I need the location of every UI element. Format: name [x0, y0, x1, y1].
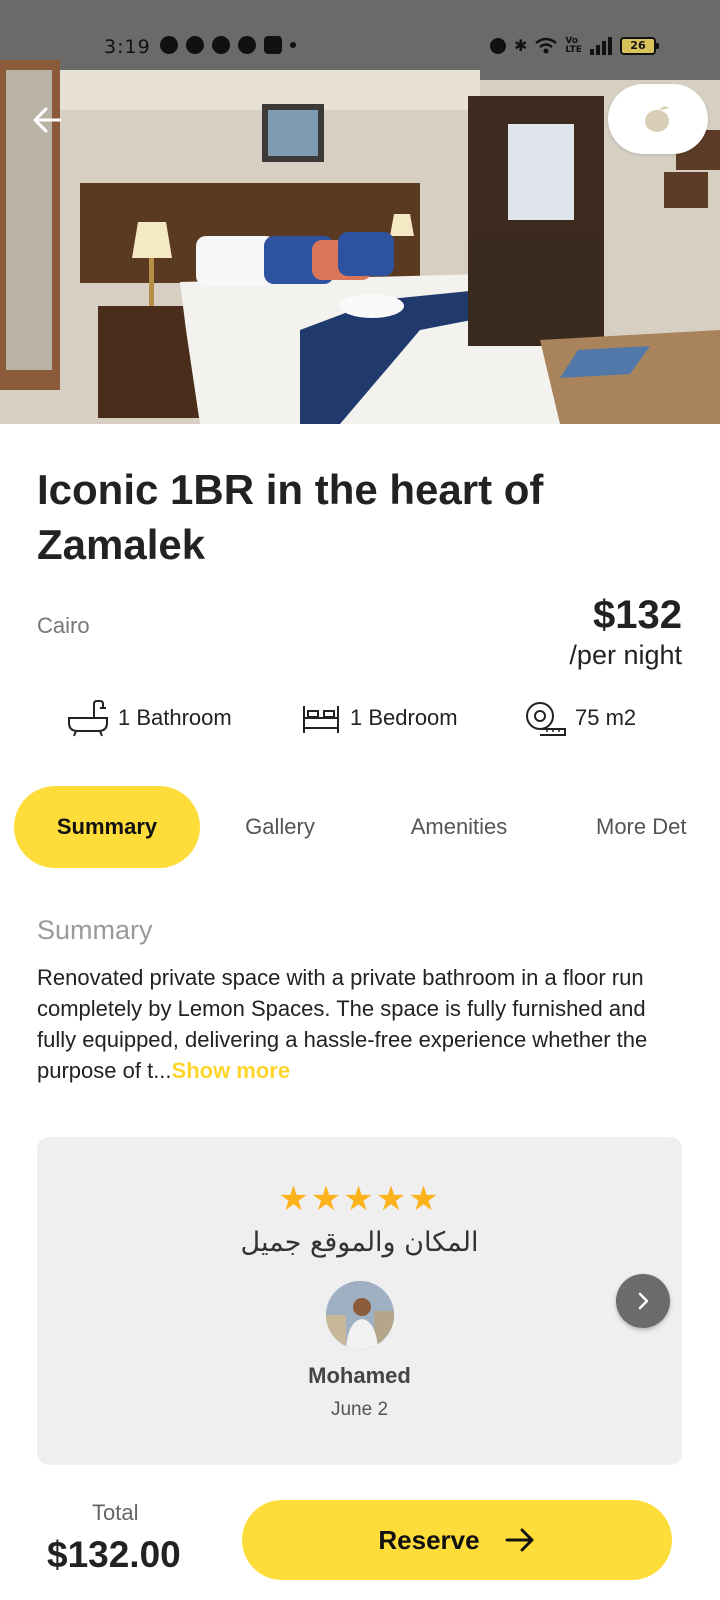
- signal-icon: [589, 36, 612, 55]
- status-time: 3:19: [104, 36, 151, 58]
- total-value: $132.00: [47, 1534, 181, 1575]
- review-text: المكان والموقع جميل: [240, 1227, 479, 1258]
- listing-features: 1 Bathroom 1 Bedroom 75 m2: [0, 698, 720, 742]
- wifi-icon: [535, 37, 558, 53]
- reserve-label: Reserve: [378, 1524, 480, 1555]
- phone-icon: [238, 36, 256, 54]
- back-button[interactable]: [26, 98, 70, 142]
- tape-measure-icon: [526, 702, 566, 736]
- bathtub-icon: [68, 700, 108, 737]
- bluetooth-icon: ✱: [514, 36, 528, 55]
- feature-bathroom-label: 1 Bathroom: [118, 705, 232, 730]
- summary-heading: Summary: [37, 915, 153, 945]
- feature-area: 75 m2: [523, 698, 636, 738]
- feature-bathroom: 1 Bathroom: [66, 698, 232, 738]
- listing-title: Iconic 1BR in the heart of Zamalek: [37, 466, 544, 568]
- feature-area-label: 75 m2: [575, 705, 637, 730]
- detail-tabs: Summary Gallery Amenities More Det: [14, 786, 714, 868]
- arrow-right-icon: [505, 1528, 534, 1552]
- system-icons: ✱ Vo LTE 26: [490, 35, 659, 55]
- status-bar: 3:19 ✱ Vo LTE 26: [0, 0, 720, 70]
- favorite-button[interactable]: [608, 84, 708, 154]
- tab-amenities[interactable]: Amenities: [384, 786, 534, 868]
- price-block: $132 /per night: [569, 592, 682, 671]
- app-icon: [264, 36, 282, 54]
- tab-summary[interactable]: Summary: [14, 786, 200, 868]
- avatar: [326, 1281, 394, 1349]
- show-more-link[interactable]: Show more: [172, 1058, 291, 1083]
- arrow-left-icon: [33, 107, 62, 133]
- reviewer-name: Mohamed: [308, 1363, 411, 1388]
- feature-bedroom-label: 1 Bedroom: [350, 705, 458, 730]
- feature-bedroom: 1 Bedroom: [300, 698, 458, 738]
- review-card: ★★★★★ المكان والموقع جميل Mohamed June 2: [37, 1137, 682, 1465]
- summary-text: Renovated private space with a private b…: [37, 962, 687, 1086]
- messenger-icon: [186, 36, 204, 54]
- tab-gallery[interactable]: Gallery: [210, 786, 350, 868]
- slack-icon: [212, 36, 230, 54]
- alarm-icon: [490, 37, 506, 54]
- chevron-right-icon: [638, 1292, 649, 1310]
- price-amount: $132: [593, 593, 682, 637]
- listing-city: Cairo: [37, 613, 90, 638]
- notification-icons: [160, 36, 296, 54]
- tab-more-details[interactable]: More Det: [588, 786, 714, 868]
- reserve-button[interactable]: Reserve: [242, 1500, 672, 1580]
- summary-body: Renovated private space with a private b…: [37, 965, 648, 1083]
- more-notifications-icon: [290, 42, 296, 48]
- volte-icon: Vo LTE: [565, 35, 582, 55]
- battery-icon: 26: [619, 36, 659, 55]
- whatsapp-icon: [160, 36, 178, 54]
- price-unit: /per night: [569, 640, 682, 670]
- next-review-button[interactable]: [616, 1274, 670, 1328]
- lemon-icon: [645, 106, 669, 132]
- rating-stars: ★★★★★: [278, 1180, 441, 1218]
- reviewer-photo: [326, 1281, 394, 1349]
- total-label: Total: [92, 1500, 139, 1525]
- review-date: June 2: [330, 1399, 389, 1420]
- bed-icon: [303, 706, 339, 733]
